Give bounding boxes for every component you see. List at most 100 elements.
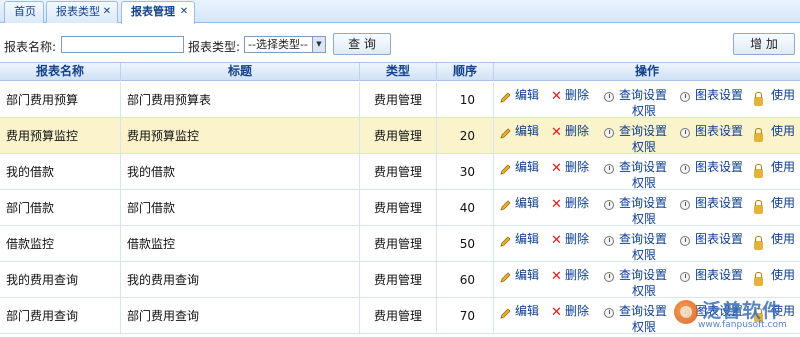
query-settings-link[interactable]: 查询设置 — [619, 266, 667, 283]
use-link[interactable]: 使用 — [771, 266, 795, 283]
lock-icon — [754, 92, 763, 106]
cell-actions: 编辑 ✕ 删除 查询设置 权限 图表设置 使用 — [494, 190, 800, 226]
table-row[interactable]: 借款监控 借款监控 费用管理 50 编辑 ✕ 删除 查询设置 权限 图表设置 使用 — [0, 226, 800, 262]
cell-type: 费用管理 — [360, 190, 437, 226]
cell-actions: 编辑 ✕ 删除 查询设置 权限 图表设置 使用 — [494, 154, 800, 190]
query-settings-link[interactable]: 查询设置 — [619, 86, 667, 103]
watermark-brand: 泛普软件 — [702, 300, 783, 322]
cell-report-name: 部门费用预算 — [0, 82, 121, 118]
lock-icon — [754, 164, 763, 178]
table-row[interactable]: 费用预算监控 费用预算监控 费用管理 20 编辑 ✕ 删除 查询设置 权限 图表设置 使用 — [0, 118, 800, 154]
edit-link[interactable]: 编辑 — [515, 230, 539, 247]
delete-link[interactable]: 删除 — [565, 86, 589, 103]
watermark: 泛普软件 www.fanpusoft.com — [672, 296, 798, 336]
edit-link[interactable]: 编辑 — [515, 302, 539, 319]
edit-link[interactable]: 编辑 — [515, 86, 539, 103]
table-row[interactable]: 我的借款 我的借款 费用管理 30 编辑 ✕ 删除 查询设置 权限 图表设置 使用 — [0, 154, 800, 190]
edit-link[interactable]: 编辑 — [515, 266, 539, 283]
permission-link[interactable]: 权限 — [632, 138, 656, 155]
close-icon[interactable]: ✕ — [179, 7, 189, 17]
cell-order: 40 — [437, 190, 494, 226]
permission-link[interactable]: 权限 — [632, 102, 656, 119]
clock-icon — [604, 92, 614, 102]
delete-link[interactable]: 删除 — [565, 194, 589, 211]
cell-report-name: 我的借款 — [0, 154, 121, 190]
query-settings-link[interactable]: 查询设置 — [619, 230, 667, 247]
add-button[interactable]: 增 加 — [733, 33, 795, 55]
delete-link[interactable]: 删除 — [565, 302, 589, 319]
chart-settings-link[interactable]: 图表设置 — [695, 86, 743, 103]
tab-report-management[interactable]: 报表管理 ✕ — [121, 1, 195, 24]
chart-settings-link[interactable]: 图表设置 — [695, 194, 743, 211]
chevron-down-icon[interactable]: ▼ — [312, 37, 325, 52]
query-settings-link[interactable]: 查询设置 — [619, 122, 667, 139]
delete-icon: ✕ — [551, 89, 562, 104]
use-link[interactable]: 使用 — [771, 158, 795, 175]
chart-settings-link[interactable]: 图表设置 — [695, 158, 743, 175]
tab-home[interactable]: 首页 — [4, 1, 44, 23]
cell-title: 费用预算监控 — [121, 118, 360, 154]
pencil-icon — [500, 308, 511, 319]
column-header-order[interactable]: 顺序 — [437, 63, 494, 81]
close-icon[interactable]: ✕ — [102, 7, 112, 17]
cell-actions: 编辑 ✕ 删除 查询设置 权限 图表设置 使用 — [494, 82, 800, 118]
permission-link[interactable]: 权限 — [632, 210, 656, 227]
cell-type: 费用管理 — [360, 226, 437, 262]
query-button[interactable]: 查 询 — [333, 33, 391, 55]
lock-icon — [754, 236, 763, 250]
delete-link[interactable]: 删除 — [565, 158, 589, 175]
report-name-label: 报表名称: — [4, 40, 57, 54]
query-settings-link[interactable]: 查询设置 — [619, 194, 667, 211]
edit-link[interactable]: 编辑 — [515, 158, 539, 175]
edit-link[interactable]: 编辑 — [515, 194, 539, 211]
permission-link[interactable]: 权限 — [632, 246, 656, 263]
pencil-icon — [500, 272, 511, 283]
delete-link[interactable]: 删除 — [565, 122, 589, 139]
column-header-title[interactable]: 标题 — [121, 63, 360, 81]
delete-link[interactable]: 删除 — [565, 230, 589, 247]
permission-link[interactable]: 权限 — [632, 282, 656, 299]
chart-settings-link[interactable]: 图表设置 — [695, 122, 743, 139]
query-settings-link[interactable]: 查询设置 — [619, 302, 667, 319]
delete-icon: ✕ — [551, 233, 562, 248]
delete-link[interactable]: 删除 — [565, 266, 589, 283]
brand-logo-icon — [674, 300, 698, 324]
column-header-name[interactable]: 报表名称 — [0, 63, 121, 81]
cell-title: 部门费用查询 — [121, 298, 360, 334]
column-header-actions: 操作 — [634, 64, 659, 78]
clock-icon — [680, 128, 690, 138]
tab-home-label: 首页 — [14, 5, 36, 18]
tab-report-type[interactable]: 报表类型 ✕ — [46, 1, 118, 23]
query-settings-link[interactable]: 查询设置 — [619, 158, 667, 175]
permission-link[interactable]: 权限 — [632, 174, 656, 191]
column-header-type[interactable]: 类型 — [360, 63, 437, 81]
tab-report-management-label: 报表管理 — [131, 5, 175, 18]
clock-icon — [604, 128, 614, 138]
chart-settings-link[interactable]: 图表设置 — [695, 266, 743, 283]
permission-link[interactable]: 权限 — [632, 318, 656, 335]
edit-link[interactable]: 编辑 — [515, 122, 539, 139]
report-name-input[interactable] — [61, 36, 184, 53]
table-row[interactable]: 我的费用查询 我的费用查询 费用管理 60 编辑 ✕ 删除 查询设置 权限 图表设置 使用 — [0, 262, 800, 298]
delete-icon: ✕ — [551, 269, 562, 284]
cell-title: 部门借款 — [121, 190, 360, 226]
lock-icon — [754, 128, 763, 142]
delete-icon: ✕ — [551, 305, 562, 320]
cell-report-name: 借款监控 — [0, 226, 121, 262]
use-link[interactable]: 使用 — [771, 194, 795, 211]
report-type-select[interactable]: --选择类型-- ▼ — [244, 36, 326, 53]
use-link[interactable]: 使用 — [771, 230, 795, 247]
delete-icon: ✕ — [551, 125, 562, 140]
use-link[interactable]: 使用 — [771, 86, 795, 103]
use-link[interactable]: 使用 — [771, 122, 795, 139]
watermark-url: www.fanpusoft.com — [698, 320, 787, 330]
table-row[interactable]: 部门费用预算 部门费用预算表 费用管理 10 编辑 ✕ 删除 查询设置 权限 图表设置 使用 — [0, 82, 800, 118]
cell-title: 借款监控 — [121, 226, 360, 262]
pencil-icon — [500, 200, 511, 211]
clock-icon — [680, 200, 690, 210]
cell-actions: 编辑 ✕ 删除 查询设置 权限 图表设置 使用 — [494, 262, 800, 298]
chart-settings-link[interactable]: 图表设置 — [695, 230, 743, 247]
table-row[interactable]: 部门借款 部门借款 费用管理 40 编辑 ✕ 删除 查询设置 权限 图表设置 使用 — [0, 190, 800, 226]
lock-icon — [754, 200, 763, 214]
cell-order: 10 — [437, 82, 494, 118]
